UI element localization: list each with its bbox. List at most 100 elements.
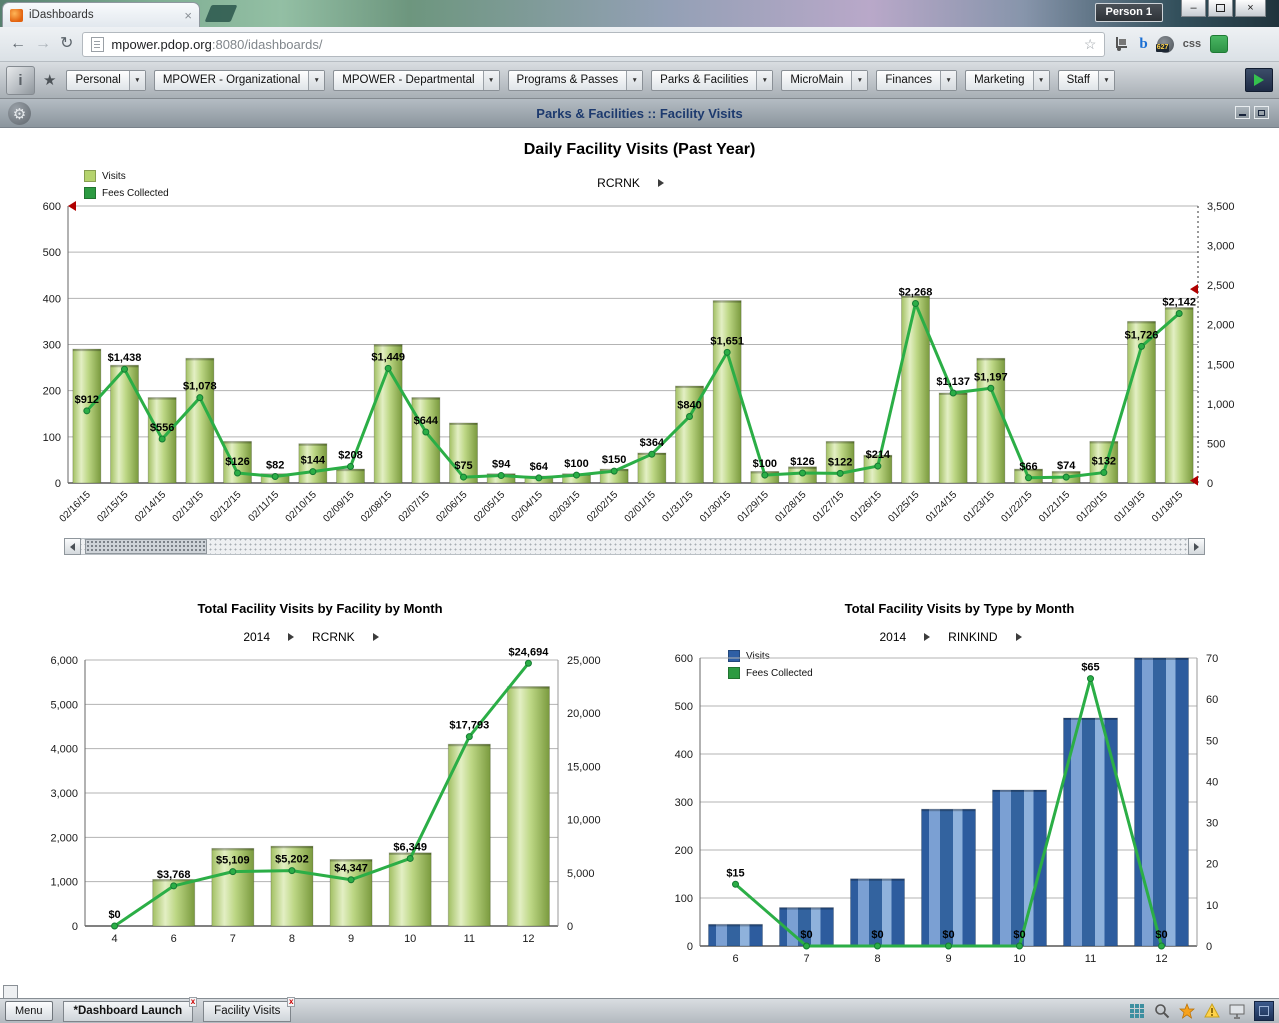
svg-text:$4,347: $4,347: [334, 863, 368, 875]
menu-mpower-organizational[interactable]: MPOWER - Organizational ▼: [153, 69, 326, 91]
chevron-down-icon[interactable]: ▼: [308, 70, 325, 90]
svg-text:25,000: 25,000: [567, 655, 601, 667]
menu-micromain[interactable]: MicroMain ▼: [781, 69, 869, 91]
svg-text:01/27/15: 01/27/15: [811, 489, 847, 525]
bookmark-star-icon[interactable]: ☆: [1084, 36, 1097, 53]
svg-text:1,500: 1,500: [1207, 359, 1235, 371]
browser-tab[interactable]: iDashboards ×: [2, 2, 200, 27]
favorites-star-icon[interactable]: ★: [43, 71, 56, 89]
menu-parks-facilities[interactable]: Parks & Facilities ▼: [651, 69, 774, 91]
url-text[interactable]: mpower.pdop.org:8080/idashboards/: [111, 37, 1076, 52]
chevron-down-icon[interactable]: ▼: [940, 70, 957, 90]
chevron-down-icon[interactable]: ▼: [1032, 70, 1049, 90]
alert-icon[interactable]: [1204, 1002, 1220, 1019]
b-extension-icon[interactable]: b: [1139, 36, 1147, 53]
zoom-icon[interactable]: [1154, 1003, 1170, 1019]
svg-text:0: 0: [1206, 941, 1212, 953]
menu-label: Staff: [1066, 74, 1091, 86]
forward-icon[interactable]: →: [35, 36, 51, 52]
svg-text:200: 200: [675, 845, 693, 857]
chevron-down-icon[interactable]: ▼: [626, 70, 643, 90]
svg-text:8: 8: [874, 953, 880, 965]
scroll-left-button[interactable]: [64, 538, 81, 555]
tab-close-icon[interactable]: ×: [184, 9, 192, 22]
favorite-star-icon[interactable]: [1179, 1003, 1195, 1019]
dashboard-minimize-button[interactable]: [1235, 106, 1250, 119]
back-icon[interactable]: ←: [10, 36, 26, 52]
cart-extension-icon[interactable]: [1114, 36, 1130, 52]
idashboards-logo[interactable]: i: [6, 65, 35, 95]
svg-text:100: 100: [43, 432, 61, 444]
profile-button[interactable]: Person 1: [1094, 3, 1163, 22]
drill-item[interactable]: RCRNK: [312, 630, 355, 644]
drill-arrow-icon[interactable]: [288, 633, 295, 641]
play-button[interactable]: [1245, 68, 1273, 92]
svg-text:$208: $208: [338, 450, 362, 462]
gear-icon[interactable]: ⚙: [8, 102, 31, 125]
css-extension-icon[interactable]: css: [1183, 38, 1201, 50]
right-chart-drill-path[interactable]: 2014 RINKIND: [640, 630, 1279, 644]
tab-close-icon[interactable]: x: [188, 996, 198, 1007]
badge-extension-icon[interactable]: 627: [1155, 35, 1174, 53]
chevron-down-icon[interactable]: ▼: [756, 70, 773, 90]
svg-text:$126: $126: [225, 456, 249, 468]
drill-item[interactable]: RINKIND: [948, 630, 997, 644]
drill-arrow-icon[interactable]: [1015, 633, 1022, 641]
menu-finances[interactable]: Finances ▼: [876, 69, 958, 91]
drill-arrow-icon[interactable]: [372, 633, 379, 641]
scroll-right-button[interactable]: [1188, 538, 1205, 555]
svg-text:500: 500: [1207, 438, 1225, 450]
menu-label: Marketing: [974, 74, 1025, 86]
minimize-window-button[interactable]: –: [1181, 0, 1206, 17]
menu-button[interactable]: Menu: [5, 1001, 53, 1021]
dashboard-maximize-button[interactable]: [1254, 106, 1269, 119]
tab-label: *Dashboard Launch: [73, 1005, 183, 1017]
extension-badge: 627: [1155, 43, 1170, 52]
svg-text:600: 600: [43, 201, 61, 213]
menu-mpower-departmental[interactable]: MPOWER - Departmental ▼: [333, 69, 500, 91]
new-tab-button[interactable]: [204, 5, 238, 22]
presentation-icon[interactable]: [1229, 1003, 1245, 1019]
chevron-down-icon[interactable]: ▼: [128, 70, 145, 90]
url-input[interactable]: mpower.pdop.org:8080/idashboards/ ☆: [82, 31, 1106, 57]
chevron-down-icon[interactable]: ▼: [482, 70, 499, 90]
top-chart-title: Daily Facility Visits (Past Year): [523, 141, 756, 158]
left-chart-drill-path[interactable]: 2014 RCRNK: [0, 630, 640, 644]
page-icon[interactable]: [91, 36, 105, 52]
svg-text:20,000: 20,000: [567, 708, 601, 720]
drill-item[interactable]: 2014: [243, 630, 270, 644]
drill-item[interactable]: 2014: [879, 630, 906, 644]
drill-arrow-icon[interactable]: [924, 633, 931, 641]
visits-by-facility-chart[interactable]: 0 1,000 2,000 3,000 4,000 5,000 6,000 0 5,000 10,…: [20, 645, 640, 965]
green-extension-icon[interactable]: [1210, 35, 1229, 53]
tab-dashboard-launch[interactable]: *Dashboard Launch x: [62, 996, 198, 1022]
extension-icons: b 627 css: [1114, 35, 1229, 53]
chevron-down-icon[interactable]: ▼: [1098, 70, 1115, 90]
close-window-button[interactable]: ×: [1235, 0, 1266, 17]
menu-personal[interactable]: Personal ▼: [66, 69, 146, 91]
svg-text:$0: $0: [1155, 929, 1167, 941]
svg-text:400: 400: [675, 749, 693, 761]
chevron-down-icon[interactable]: ▼: [851, 70, 868, 90]
menu-staff[interactable]: Staff ▼: [1057, 69, 1116, 91]
grid-icon[interactable]: [1129, 1003, 1145, 1019]
menu-programs-passes[interactable]: Programs & Passes ▼: [507, 69, 644, 91]
svg-text:01/21/15: 01/21/15: [1037, 489, 1073, 525]
scrollbar-thumb[interactable]: [85, 539, 207, 554]
chart-scrollbar[interactable]: [64, 538, 1205, 555]
svg-text:$1,651: $1,651: [710, 335, 744, 347]
reload-icon[interactable]: ↻: [60, 36, 73, 52]
svg-text:100: 100: [675, 893, 693, 905]
svg-text:01/19/15: 01/19/15: [1112, 489, 1148, 525]
tab-close-icon[interactable]: x: [286, 996, 296, 1007]
tab-facility-visits[interactable]: Facility Visits x: [203, 996, 296, 1022]
svg-text:$74: $74: [1057, 460, 1076, 472]
svg-text:10,000: 10,000: [567, 815, 601, 827]
menu-marketing[interactable]: Marketing ▼: [965, 69, 1050, 91]
daily-facility-visits-chart[interactable]: 0 100 200 300 400 500 600 0 500 1,000 1,500 2,000 2,…: [0, 160, 1279, 532]
scrollbar-track[interactable]: [81, 538, 1188, 555]
visits-by-type-chart[interactable]: 0 100 200 300 400 500 600 0 10 20 30 40 50 60 70 6 7 8 9 10…: [640, 645, 1279, 980]
resize-corner-icon[interactable]: [1254, 1001, 1274, 1021]
restore-window-button[interactable]: [1208, 0, 1233, 17]
svg-text:$1,137: $1,137: [936, 376, 970, 388]
